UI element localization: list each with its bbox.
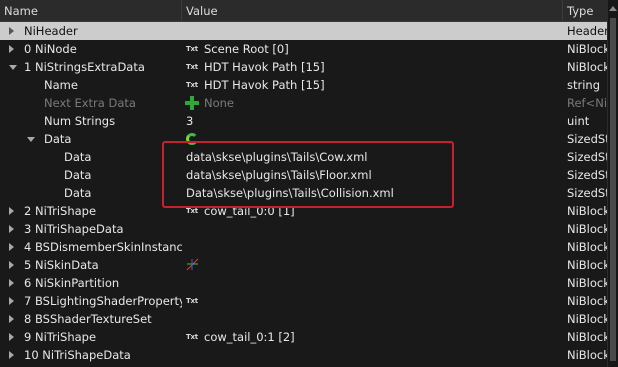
tree-row-niskinpartition[interactable]: 6 NiSkinPartition NiBlock <box>0 274 607 292</box>
tree-row-field-num-strings[interactable]: Num Strings 3 uint <box>0 112 607 130</box>
plus-icon[interactable] <box>185 96 199 110</box>
tree-row-bsdismemberskininstance[interactable]: 4 BSDismemberSkinInstance NiBlock <box>0 238 607 256</box>
row-type: NiBlock <box>567 348 607 362</box>
row-name: 5 NiSkinData <box>24 258 99 272</box>
tree-row-field-next-extra-data[interactable]: Next Extra Data None Ref<NiExtraData> <box>0 94 607 112</box>
row-name: Data <box>44 132 72 146</box>
expand-arrow-icon[interactable] <box>9 207 14 215</box>
text-icon: Txt <box>186 45 198 53</box>
tree-row-ninode[interactable]: 0 NiNode Txt Scene Root [0] NiBlock <box>0 40 607 58</box>
row-name: Next Extra Data <box>44 96 136 110</box>
tree-row-bslightingshaderproperty[interactable]: 7 BSLightingShaderProperty Txt NiBlock <box>0 292 607 310</box>
expand-arrow-icon[interactable] <box>9 27 14 35</box>
row-name: 4 BSDismemberSkinInstance <box>24 240 182 254</box>
scroll-thumb[interactable] <box>610 18 616 361</box>
expand-arrow-icon[interactable] <box>9 315 14 323</box>
tree-row-field-data-array[interactable]: Data SizedString <box>0 130 607 148</box>
row-type: SizedString <box>567 132 607 146</box>
expand-arrow-icon[interactable] <box>9 243 14 251</box>
tree-row-nitrishape[interactable]: 9 NiTriShape Txt cow_tail_0:1 [2] NiBlock <box>0 328 607 346</box>
row-name: Data <box>64 186 92 200</box>
tree-row-niskindata[interactable]: 5 NiSkinData NiBlock <box>0 256 607 274</box>
tree-row-nitrishape[interactable]: 2 NiTriShape Txt cow_tail_0:0 [1] NiBlock <box>0 202 607 220</box>
tree-row-data-item[interactable]: Data data\skse\plugins\Tails\Floor.xml S… <box>0 166 607 184</box>
row-type: NiBlock <box>567 204 607 218</box>
tree-row-data-item[interactable]: Data data\skse\plugins\Tails\Cow.xml Siz… <box>0 148 607 166</box>
text-icon: Txt <box>186 81 198 89</box>
row-type: SizedString <box>567 168 607 182</box>
row-type: NiBlock <box>567 42 607 56</box>
row-type: NiBlock <box>567 312 607 326</box>
tree-row-bsshadertextureset[interactable]: 8 BSShaderTextureSet NiBlock <box>0 310 607 328</box>
tree-row-nistringsextradata[interactable]: 1 NiStringsExtraData Txt HDT Havok Path [… <box>0 58 607 76</box>
row-name: NiHeader <box>24 24 78 38</box>
row-value: Scene Root [0] <box>204 42 289 56</box>
row-value: HDT Havok Path [15] <box>204 60 325 74</box>
text-icon: Txt <box>186 297 198 305</box>
tree-row-nitrishapedata[interactable]: 10 NiTriShapeData NiBlock <box>0 346 607 364</box>
column-header-name[interactable]: Name <box>0 0 182 22</box>
expand-arrow-icon[interactable] <box>9 279 14 287</box>
row-name: 10 NiTriShapeData <box>24 348 131 362</box>
tree-row-niheader[interactable]: NiHeader Header <box>0 22 607 40</box>
row-value[interactable]: data\skse\plugins\Tails\Cow.xml <box>186 148 368 166</box>
column-header-value[interactable]: Value <box>182 0 563 22</box>
row-value[interactable]: Data\skse\plugins\Tails\Collision.xml <box>186 184 394 202</box>
expand-arrow-icon[interactable] <box>9 333 14 341</box>
row-type: NiBlock <box>567 258 607 272</box>
row-name: Data <box>64 168 92 182</box>
vertical-scrollbar[interactable] <box>607 0 618 367</box>
collapse-arrow-icon[interactable] <box>27 137 35 142</box>
row-type: NiBlock <box>567 294 607 308</box>
row-name: 0 NiNode <box>24 42 77 56</box>
row-type: NiBlock <box>567 240 607 254</box>
collapse-arrow-icon[interactable] <box>9 65 17 70</box>
row-type: uint <box>567 114 590 128</box>
row-name: 3 NiTriShapeData <box>24 222 124 236</box>
column-header-type[interactable]: Type <box>563 0 608 22</box>
expand-arrow-icon[interactable] <box>9 297 14 305</box>
tree-row-data-item[interactable]: Data Data\skse\plugins\Tails\Collision.x… <box>0 184 607 202</box>
row-type: Ref<NiExtraData> <box>567 96 607 110</box>
row-value[interactable]: HDT Havok Path [15] <box>204 76 325 94</box>
row-name: 1 NiStringsExtraData <box>24 60 145 74</box>
row-name: 2 NiTriShape <box>24 204 97 218</box>
scroll-up-icon[interactable] <box>609 6 617 11</box>
row-type: NiBlock <box>567 276 607 290</box>
tree-row-nitrishapedata[interactable]: 3 NiTriShapeData NiBlock <box>0 220 607 238</box>
refresh-icon[interactable] <box>186 133 198 145</box>
text-icon: Txt <box>186 333 198 341</box>
row-value: cow_tail_0:1 [2] <box>204 330 295 344</box>
row-type: SizedString <box>567 150 607 164</box>
row-value[interactable]: 3 <box>186 112 193 130</box>
expand-arrow-icon[interactable] <box>9 45 14 53</box>
tree-row-field-name[interactable]: Name Txt HDT Havok Path [15] string <box>0 76 607 94</box>
column-header: Name Value Type <box>0 0 618 22</box>
row-name: Name <box>44 78 78 92</box>
text-icon: Txt <box>186 207 198 215</box>
row-name: Data <box>64 150 92 164</box>
row-type: SizedString <box>567 186 607 200</box>
row-name: 6 NiSkinPartition <box>24 276 120 290</box>
row-type: NiBlock <box>567 330 607 344</box>
row-name: 8 BSShaderTextureSet <box>24 312 152 326</box>
row-name: 9 NiTriShape <box>24 330 97 344</box>
row-value: None <box>204 96 235 110</box>
expand-arrow-icon[interactable] <box>9 351 14 359</box>
row-type: NiBlock <box>567 60 607 74</box>
row-type: NiBlock <box>567 222 607 236</box>
expand-arrow-icon[interactable] <box>9 261 14 269</box>
text-icon: Txt <box>186 63 198 71</box>
expand-arrow-icon[interactable] <box>9 225 14 233</box>
block-tree: NiHeader Header 0 NiNode Txt Scene Root [… <box>0 22 607 364</box>
row-type: string <box>567 78 601 92</box>
row-name: Num Strings <box>44 114 116 128</box>
row-value[interactable]: data\skse\plugins\Tails\Floor.xml <box>186 166 372 184</box>
mesh-icon <box>186 258 199 271</box>
row-name: 7 BSLightingShaderProperty <box>24 294 182 308</box>
row-type: Header <box>567 24 607 38</box>
row-value: cow_tail_0:0 [1] <box>204 204 295 218</box>
